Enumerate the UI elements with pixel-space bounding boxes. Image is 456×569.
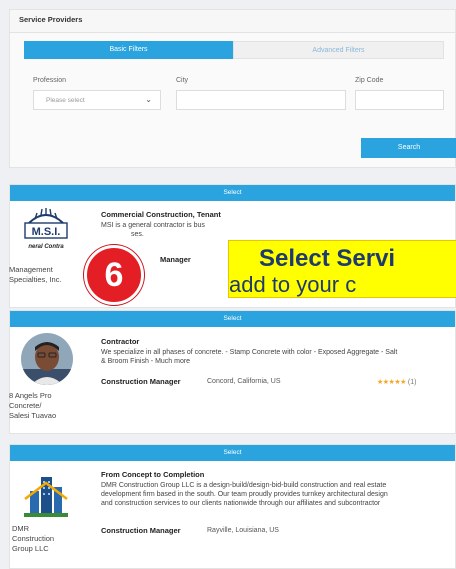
- provider-role: Construction Manager: [101, 526, 181, 535]
- provider-title: From Concept to Completion: [101, 470, 205, 479]
- provider-description: DMR Construction Group LLC is a design-b…: [101, 482, 388, 507]
- page-title: Service Providers: [19, 15, 83, 24]
- profession-label: Profession: [33, 77, 67, 84]
- chevron-down-icon: ⌄: [145, 95, 152, 104]
- tab-basic-filters[interactable]: Basic Filters: [24, 41, 233, 59]
- provider-location: Rayville, Louisiana, US: [207, 527, 279, 534]
- msi-logo-subtext: neral Contra: [28, 244, 64, 250]
- star-icons: ★★★★★: [377, 379, 406, 386]
- page-header: Service Providers: [9, 9, 456, 33]
- company-name: 8 Angels Pro Concrete/ Salesi Tuavao: [9, 391, 57, 420]
- provider-card: Select 8 Angels Pro Concrete/ Salesi Tua…: [9, 310, 456, 434]
- city-label: City: [176, 77, 189, 84]
- tab-advanced-filters[interactable]: Advanced Filters: [233, 41, 444, 59]
- search-button[interactable]: Search: [361, 138, 456, 158]
- msi-logo-icon: M.S.I. neral Contra: [24, 208, 68, 250]
- step-number-badge: 6: [84, 245, 144, 305]
- profession-select-value: Please select: [46, 97, 85, 104]
- zip-input[interactable]: [355, 90, 444, 110]
- tutorial-banner-line1: Select Servi: [259, 245, 396, 272]
- provider-description: MSI is a general contractor is bus ses.: [101, 222, 205, 238]
- provider-description: We specialize in all phases of concrete.…: [101, 349, 398, 365]
- rating-count: (1): [407, 379, 417, 386]
- company-name: Management Specialties, Inc.: [9, 265, 62, 284]
- filter-tabs: Basic Filters Advanced Filters: [24, 41, 444, 59]
- dmr-logo-icon: [24, 477, 68, 517]
- filter-panel: Basic Filters Advanced Filters Professio…: [9, 33, 456, 168]
- select-button[interactable]: Select: [10, 445, 455, 461]
- select-button[interactable]: Select: [10, 311, 455, 327]
- tutorial-banner-line2: add to your c: [229, 272, 357, 297]
- select-button[interactable]: Select: [10, 185, 455, 201]
- provider-location: Concord, California, US: [207, 378, 281, 385]
- rating-stars: ★★★★★ (1): [377, 378, 416, 386]
- person-photo-icon: [21, 333, 73, 385]
- provider-role: Manager: [160, 255, 191, 264]
- provider-title: Commercial Construction, Tenant: [101, 210, 221, 219]
- profession-select[interactable]: Please select ⌄: [33, 90, 161, 110]
- provider-card: Select DMR Construction Group LLC From C…: [9, 444, 456, 569]
- tutorial-banner: Select Servi add to your c: [228, 240, 456, 298]
- zip-label: Zip Code: [355, 77, 384, 84]
- company-name: DMR Construction Group LLC: [12, 524, 55, 553]
- provider-title: Contractor: [101, 337, 140, 346]
- city-input[interactable]: [176, 90, 346, 110]
- provider-role: Construction Manager: [101, 377, 181, 386]
- msi-logo-text: M.S.I.: [32, 226, 61, 238]
